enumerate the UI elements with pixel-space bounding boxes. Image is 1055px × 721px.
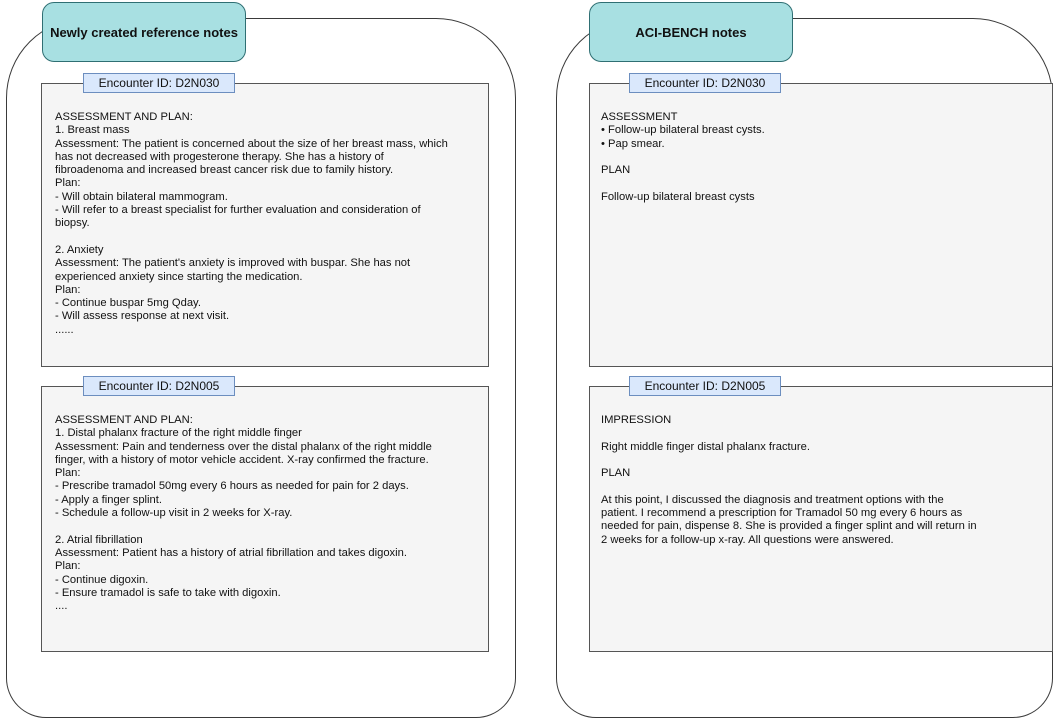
left-encounter-label-d2n005: Encounter ID: D2N005	[83, 376, 235, 396]
right-note-text-d2n030: ASSESSMENT • Follow-up bilateral breast …	[601, 111, 765, 203]
right-encounter-label-d2n030: Encounter ID: D2N030	[629, 73, 781, 93]
left-note-text-d2n030: ASSESSMENT AND PLAN: 1. Breast mass Asse…	[55, 111, 448, 336]
left-panel-title: Newly created reference notes	[42, 2, 246, 62]
right-encounter-label-d2n005: Encounter ID: D2N005	[629, 376, 781, 396]
right-note-text-d2n005: IMPRESSION Right middle finger distal ph…	[601, 414, 977, 546]
right-panel-title: ACI-BENCH notes	[589, 2, 793, 62]
left-note-text-d2n005: ASSESSMENT AND PLAN: 1. Distal phalanx f…	[55, 414, 432, 613]
left-encounter-label-d2n030: Encounter ID: D2N030	[83, 73, 235, 93]
